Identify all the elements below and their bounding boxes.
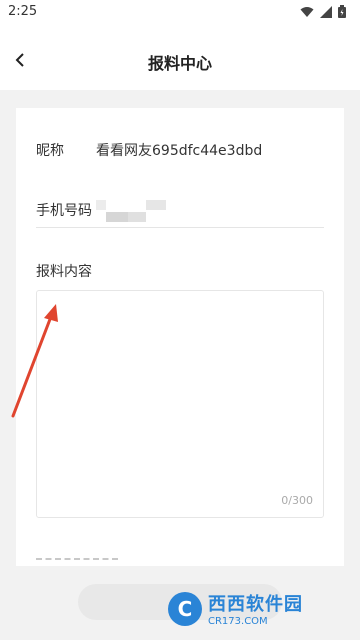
- page-title: 报料中心: [147, 54, 212, 73]
- content-label: 报料内容: [36, 264, 92, 280]
- watermark-subtext: CR173.COM: [208, 616, 268, 627]
- phone-divider: [36, 227, 324, 228]
- signal-icon: [320, 5, 332, 18]
- watermark-text-group: 西西软件园 CR173.COM: [208, 590, 303, 627]
- watermark: C 西西软件园 CR173.COM: [168, 590, 303, 627]
- nickname-value: 看看网友695dfc44e3dbd: [96, 143, 263, 159]
- status-bar: 2:25: [0, 0, 360, 24]
- header-bar: 报料中心: [0, 36, 360, 88]
- upload-area-border[interactable]: [36, 558, 118, 560]
- report-content-textarea[interactable]: 0/300: [36, 290, 324, 518]
- status-time: 2:25: [8, 4, 38, 19]
- phone-label: 手机号码: [36, 203, 92, 219]
- battery-icon: [338, 5, 346, 18]
- nickname-label: 昵称: [36, 143, 64, 159]
- status-icons: [300, 5, 346, 18]
- wifi-icon: [300, 6, 314, 17]
- watermark-logo-icon: C: [168, 591, 202, 626]
- char-counter: 0/300: [281, 494, 313, 507]
- watermark-text: 西西软件园: [208, 594, 303, 615]
